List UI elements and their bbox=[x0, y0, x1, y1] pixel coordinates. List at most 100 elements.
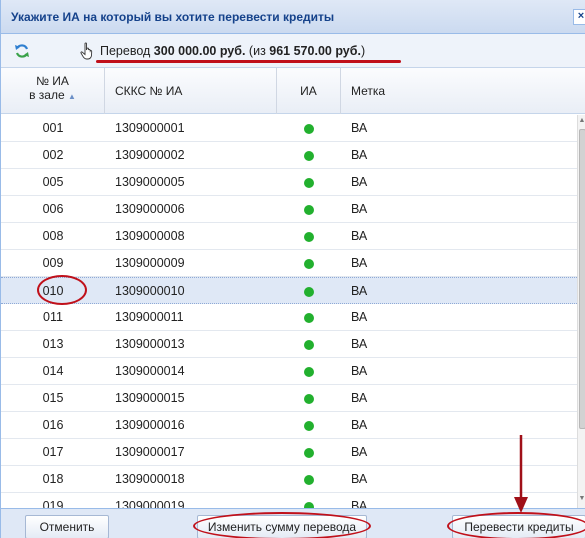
status-dot-icon bbox=[304, 447, 314, 458]
cell-status bbox=[277, 385, 341, 411]
column-header-number[interactable]: № ИА в зале ▲ bbox=[1, 68, 105, 114]
cell-mark: ВА bbox=[351, 310, 368, 324]
status-dot-icon bbox=[304, 474, 314, 485]
cell-status bbox=[277, 358, 341, 384]
dialog-toolbar: Перевод 300 000.00 руб. (из 961 570.00 р… bbox=[1, 34, 585, 68]
transfer-amount: 300 000.00 руб. bbox=[153, 44, 246, 58]
transfer-middle: (из bbox=[245, 44, 270, 58]
cell-mark: ВА bbox=[351, 284, 368, 298]
scroll-up-icon[interactable]: ▲ bbox=[578, 117, 585, 125]
annotation-arrow bbox=[514, 435, 528, 513]
cell-mark: ВА bbox=[351, 337, 368, 351]
cell-number: 014 bbox=[42, 364, 64, 378]
table-row[interactable]: 015 1309000015 ВА bbox=[1, 385, 577, 412]
status-dot-icon bbox=[304, 258, 314, 269]
transfer-suffix: ) bbox=[360, 44, 366, 58]
cell-number: 019 bbox=[42, 499, 64, 508]
cell-skks: 1309000019 bbox=[115, 499, 185, 508]
table-row[interactable]: 009 1309000009 ВА bbox=[1, 250, 577, 277]
cell-status bbox=[277, 412, 341, 438]
cell-number: 008 bbox=[42, 229, 64, 243]
cell-mark: ВА bbox=[351, 175, 368, 189]
cell-number: 001 bbox=[42, 121, 64, 135]
cell-status bbox=[277, 115, 341, 141]
cell-skks: 1309000006 bbox=[115, 202, 185, 216]
column-header-number-line2: в зале bbox=[29, 88, 65, 102]
grid-header: № ИА в зале ▲ СККС № ИА ИА Метка bbox=[1, 68, 585, 114]
cell-status bbox=[277, 169, 341, 195]
cell-status bbox=[277, 196, 341, 222]
table-row[interactable]: 008 1309000008 ВА bbox=[1, 223, 577, 250]
status-dot-icon bbox=[304, 177, 314, 188]
cell-status bbox=[277, 223, 341, 249]
status-dot-icon bbox=[304, 393, 314, 404]
table-row[interactable]: 016 1309000016 ВА bbox=[1, 412, 577, 439]
transfer-total: 961 570.00 руб. bbox=[269, 44, 361, 58]
status-dot-icon bbox=[304, 420, 314, 431]
annotation-ring-change bbox=[193, 512, 371, 538]
annotation-ring-transfer bbox=[447, 512, 585, 538]
status-dot-icon bbox=[304, 286, 314, 297]
cell-status bbox=[277, 466, 341, 492]
table-row[interactable]: 017 1309000017 ВА bbox=[1, 439, 577, 466]
close-icon[interactable]: × bbox=[573, 9, 585, 25]
cell-number: 015 bbox=[42, 391, 64, 405]
column-header-mark[interactable]: Метка bbox=[341, 68, 581, 114]
table-row[interactable]: 002 1309000002 ВА bbox=[1, 142, 577, 169]
table-row[interactable]: 011 1309000011 ВА bbox=[1, 304, 577, 331]
cell-number: 018 bbox=[42, 472, 64, 486]
cell-skks: 1309000013 bbox=[115, 337, 185, 351]
cell-skks: 1309000008 bbox=[115, 229, 185, 243]
cell-number: 005 bbox=[42, 175, 64, 189]
cell-mark: ВА bbox=[351, 202, 368, 216]
scrollbar-thumb[interactable] bbox=[579, 129, 585, 429]
cell-status bbox=[277, 304, 341, 330]
column-header-skks[interactable]: СККС № ИА bbox=[105, 68, 277, 114]
cell-skks: 1309000001 bbox=[115, 121, 185, 135]
cell-status bbox=[277, 250, 341, 276]
table-row[interactable]: 001 1309000001 ВА bbox=[1, 115, 577, 142]
transfer-prefix: Перевод bbox=[100, 44, 154, 58]
status-dot-icon bbox=[304, 231, 314, 242]
cell-skks: 1309000014 bbox=[115, 364, 185, 378]
hand-pointer-icon bbox=[80, 42, 93, 60]
table-row[interactable]: 014 1309000014 ВА bbox=[1, 358, 577, 385]
cell-number: 017 bbox=[42, 445, 64, 459]
cell-mark: ВА bbox=[351, 364, 368, 378]
dialog-titlebar: Укажите ИА на который вы хотите перевест… bbox=[1, 0, 585, 34]
cell-skks: 1309000009 bbox=[115, 256, 185, 270]
table-row[interactable]: 013 1309000013 ВА bbox=[1, 331, 577, 358]
status-dot-icon bbox=[304, 312, 314, 323]
grid-scrollbar[interactable]: ▲ ▼ bbox=[577, 115, 585, 508]
cell-status bbox=[277, 439, 341, 465]
column-header-ia[interactable]: ИА bbox=[277, 68, 341, 114]
cell-status bbox=[277, 278, 341, 304]
cell-number: 013 bbox=[42, 337, 64, 351]
sort-ascending-icon: ▲ bbox=[67, 92, 76, 101]
dialog-title: Укажите ИА на который вы хотите перевест… bbox=[11, 10, 335, 24]
table-row[interactable]: 019 1309000019 ВА bbox=[1, 493, 577, 508]
table-row[interactable]: 006 1309000006 ВА bbox=[1, 196, 577, 223]
cell-number: 011 bbox=[43, 310, 63, 324]
cell-mark: ВА bbox=[351, 391, 368, 405]
table-row[interactable]: 010 1309000010 ВА bbox=[1, 277, 577, 304]
cell-skks: 1309000017 bbox=[115, 445, 185, 459]
refresh-icon[interactable] bbox=[14, 43, 30, 59]
cell-number: 002 bbox=[42, 148, 64, 162]
cell-mark: ВА bbox=[351, 148, 368, 162]
transfer-summary: Перевод 300 000.00 руб. (из 961 570.00 р… bbox=[100, 44, 365, 58]
cell-number: 009 bbox=[42, 256, 64, 270]
cell-number: 006 bbox=[42, 202, 64, 216]
scroll-down-icon[interactable]: ▼ bbox=[578, 495, 585, 503]
cell-mark: ВА bbox=[351, 229, 368, 243]
transfer-credits-dialog: Укажите ИА на который вы хотите перевест… bbox=[0, 0, 585, 538]
status-dot-icon bbox=[304, 366, 314, 377]
table-row[interactable]: 018 1309000018 ВА bbox=[1, 466, 577, 493]
status-dot-icon bbox=[304, 123, 314, 134]
grid-body: 001 1309000001 ВА 002 1309000002 ВА 005 1309000… bbox=[1, 115, 577, 508]
cell-skks: 1309000018 bbox=[115, 472, 185, 486]
cell-skks: 1309000010 bbox=[115, 284, 185, 298]
table-row[interactable]: 005 1309000005 ВА bbox=[1, 169, 577, 196]
status-dot-icon bbox=[304, 339, 314, 350]
cancel-button[interactable]: Отменить bbox=[25, 515, 109, 538]
